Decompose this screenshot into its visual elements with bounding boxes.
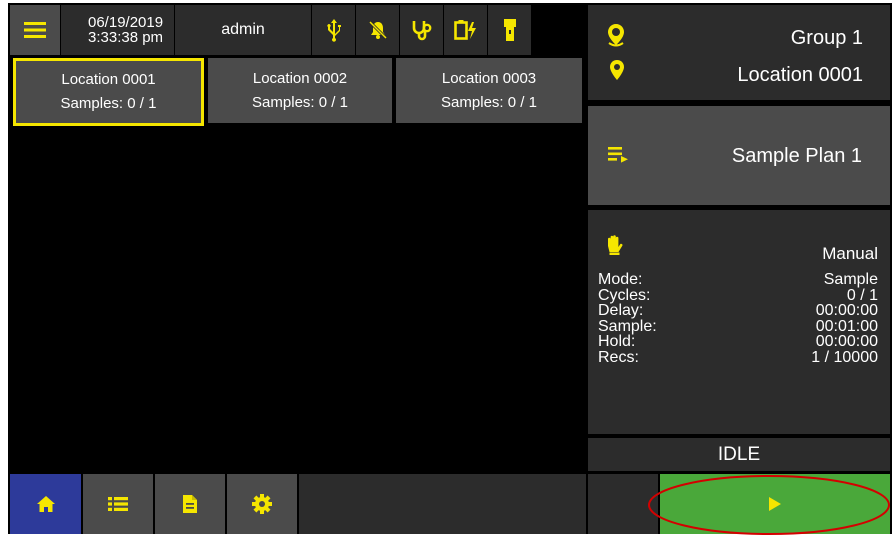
group-location-icon — [606, 23, 626, 47]
diagnostics-button[interactable] — [400, 5, 443, 55]
stat-label: Mode: — [598, 271, 643, 288]
stat-value: 00:01:00 — [815, 317, 878, 335]
location-name: Location 0002 — [252, 69, 348, 87]
stat-label: Recs: — [598, 348, 639, 366]
menu-button[interactable] — [10, 5, 60, 55]
status-details-panel: Manual Mode: Sample Cycles: 0 / 1 Delay:… — [588, 210, 890, 434]
stat-value: 00:00:00 — [815, 333, 878, 351]
highlight-oval — [648, 475, 890, 535]
stat-value: 0 / 1 — [846, 286, 878, 304]
alarm-mute-button[interactable] — [356, 5, 399, 55]
flashlight-button[interactable] — [488, 5, 531, 55]
playlist-icon — [608, 146, 630, 164]
stat-value: Sample — [823, 271, 878, 288]
stethoscope-icon — [411, 19, 433, 41]
menu-icon — [24, 21, 46, 39]
list-icon — [108, 496, 128, 512]
stat-label: Cycles: — [598, 286, 651, 304]
stat-row-cycles: Cycles: 0 / 1 — [598, 286, 878, 304]
location-name: Location 0001 — [61, 71, 156, 88]
stat-label: Hold: — [598, 333, 636, 351]
stat-value: 00:00:00 — [815, 302, 878, 320]
battery-button[interactable] — [444, 5, 487, 55]
time-text: 3:33:38 pm — [88, 29, 164, 46]
location-tab-0002[interactable]: Location 0002 Samples: 0 / 1 — [208, 58, 392, 123]
status-bar: IDLE — [588, 438, 890, 471]
home-icon — [36, 495, 56, 513]
stat-row-recs: Recs: 1 / 10000 — [598, 350, 878, 366]
stat-value: 1 / 10000 — [811, 348, 878, 366]
location-tab-0003[interactable]: Location 0003 Samples: 0 / 1 — [396, 58, 582, 123]
group-name: Group 1 — [790, 27, 863, 49]
nav-list-button[interactable] — [83, 474, 153, 534]
stat-row-mode: Mode: Sample — [598, 272, 878, 288]
group-location-panel[interactable]: Group 1 Location 0001 — [588, 5, 890, 100]
app-screen: 06/19/2019 3:33:38 pm admin Location 000… — [8, 3, 892, 534]
stat-label: Sample: — [598, 317, 657, 335]
sample-plan-name: Sample Plan 1 — [731, 145, 862, 167]
flashlight-icon — [503, 18, 517, 42]
usb-button[interactable] — [312, 5, 355, 55]
location-samples: Samples: 0 / 1 — [252, 93, 348, 111]
user-button[interactable]: admin — [175, 5, 311, 55]
date-text: 06/19/2019 — [88, 14, 164, 31]
battery-charging-icon — [453, 19, 478, 41]
stat-row-hold: Hold: 00:00:00 — [598, 334, 878, 350]
stats-list: Mode: Sample Cycles: 0 / 1 Delay: 00:00:… — [598, 272, 878, 366]
location-pin-icon — [609, 59, 625, 81]
user-name: admin — [221, 21, 265, 38]
hand-icon — [604, 234, 624, 256]
nav-spacer — [299, 474, 586, 534]
current-location: Location 0001 — [737, 64, 863, 86]
gear-icon — [251, 493, 273, 515]
alarm-off-icon — [368, 20, 388, 40]
status-text: IDLE — [717, 443, 761, 465]
location-tab-0001[interactable]: Location 0001 Samples: 0 / 1 — [13, 58, 204, 126]
mode-title: Manual — [822, 244, 878, 263]
location-samples: Samples: 0 / 1 — [60, 95, 157, 112]
nav-document-button[interactable] — [155, 474, 225, 534]
nav-home-button[interactable] — [10, 474, 81, 534]
document-icon — [182, 494, 198, 514]
datetime-display: 06/19/2019 3:33:38 pm — [61, 5, 174, 55]
stat-label: Delay: — [598, 302, 644, 320]
location-samples: Samples: 0 / 1 — [441, 93, 537, 111]
stat-row-delay: Delay: 00:00:00 — [598, 303, 878, 319]
sample-plan-button[interactable]: Sample Plan 1 — [588, 106, 890, 205]
stat-row-sample: Sample: 00:01:00 — [598, 317, 878, 335]
usb-icon — [325, 18, 343, 42]
location-name: Location 0003 — [441, 69, 537, 87]
nav-settings-button[interactable] — [227, 474, 297, 534]
